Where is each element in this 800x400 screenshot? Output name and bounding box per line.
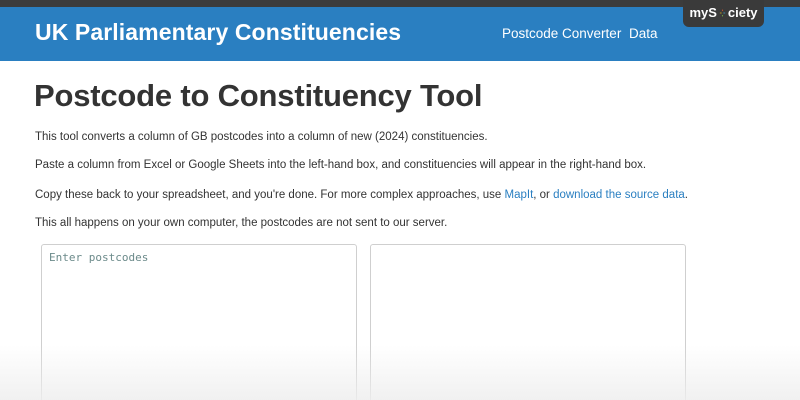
brand-text-end: ciety: [727, 5, 758, 20]
p3-text-before: Copy these back to your spreadsheet, and…: [35, 189, 505, 201]
mapit-link[interactable]: MapIt: [505, 189, 534, 201]
copy-back-paragraph: Copy these back to your spreadsheet, and…: [35, 189, 688, 201]
constituency-output-box: [370, 244, 686, 400]
p3-text-after: .: [684, 189, 688, 201]
postcode-input[interactable]: [42, 245, 356, 400]
page-title: Postcode to Constituency Tool: [34, 78, 483, 113]
nav-postcode-converter[interactable]: Postcode Converter: [502, 26, 621, 41]
p3-text-mid: , or: [533, 189, 554, 201]
mysociety-badge[interactable]: myS ciety: [683, 0, 764, 27]
site-title-link[interactable]: UK Parliamentary Constituencies: [35, 19, 401, 46]
site-header: UK Parliamentary Constituencies Postcode…: [0, 7, 800, 61]
mysociety-o-icon: [718, 8, 727, 18]
nav-data[interactable]: Data: [629, 26, 658, 41]
brand-text-start: myS: [689, 5, 717, 20]
privacy-paragraph: This all happens on your own computer, t…: [35, 217, 448, 229]
download-source-data-link[interactable]: download the source data: [553, 189, 685, 201]
instructions-paragraph: Paste a column from Excel or Google Shee…: [35, 159, 647, 171]
intro-paragraph: This tool converts a column of GB postco…: [35, 131, 488, 143]
top-strip: [0, 0, 800, 7]
postcode-input-box: [41, 244, 357, 400]
constituency-output[interactable]: [371, 245, 685, 400]
